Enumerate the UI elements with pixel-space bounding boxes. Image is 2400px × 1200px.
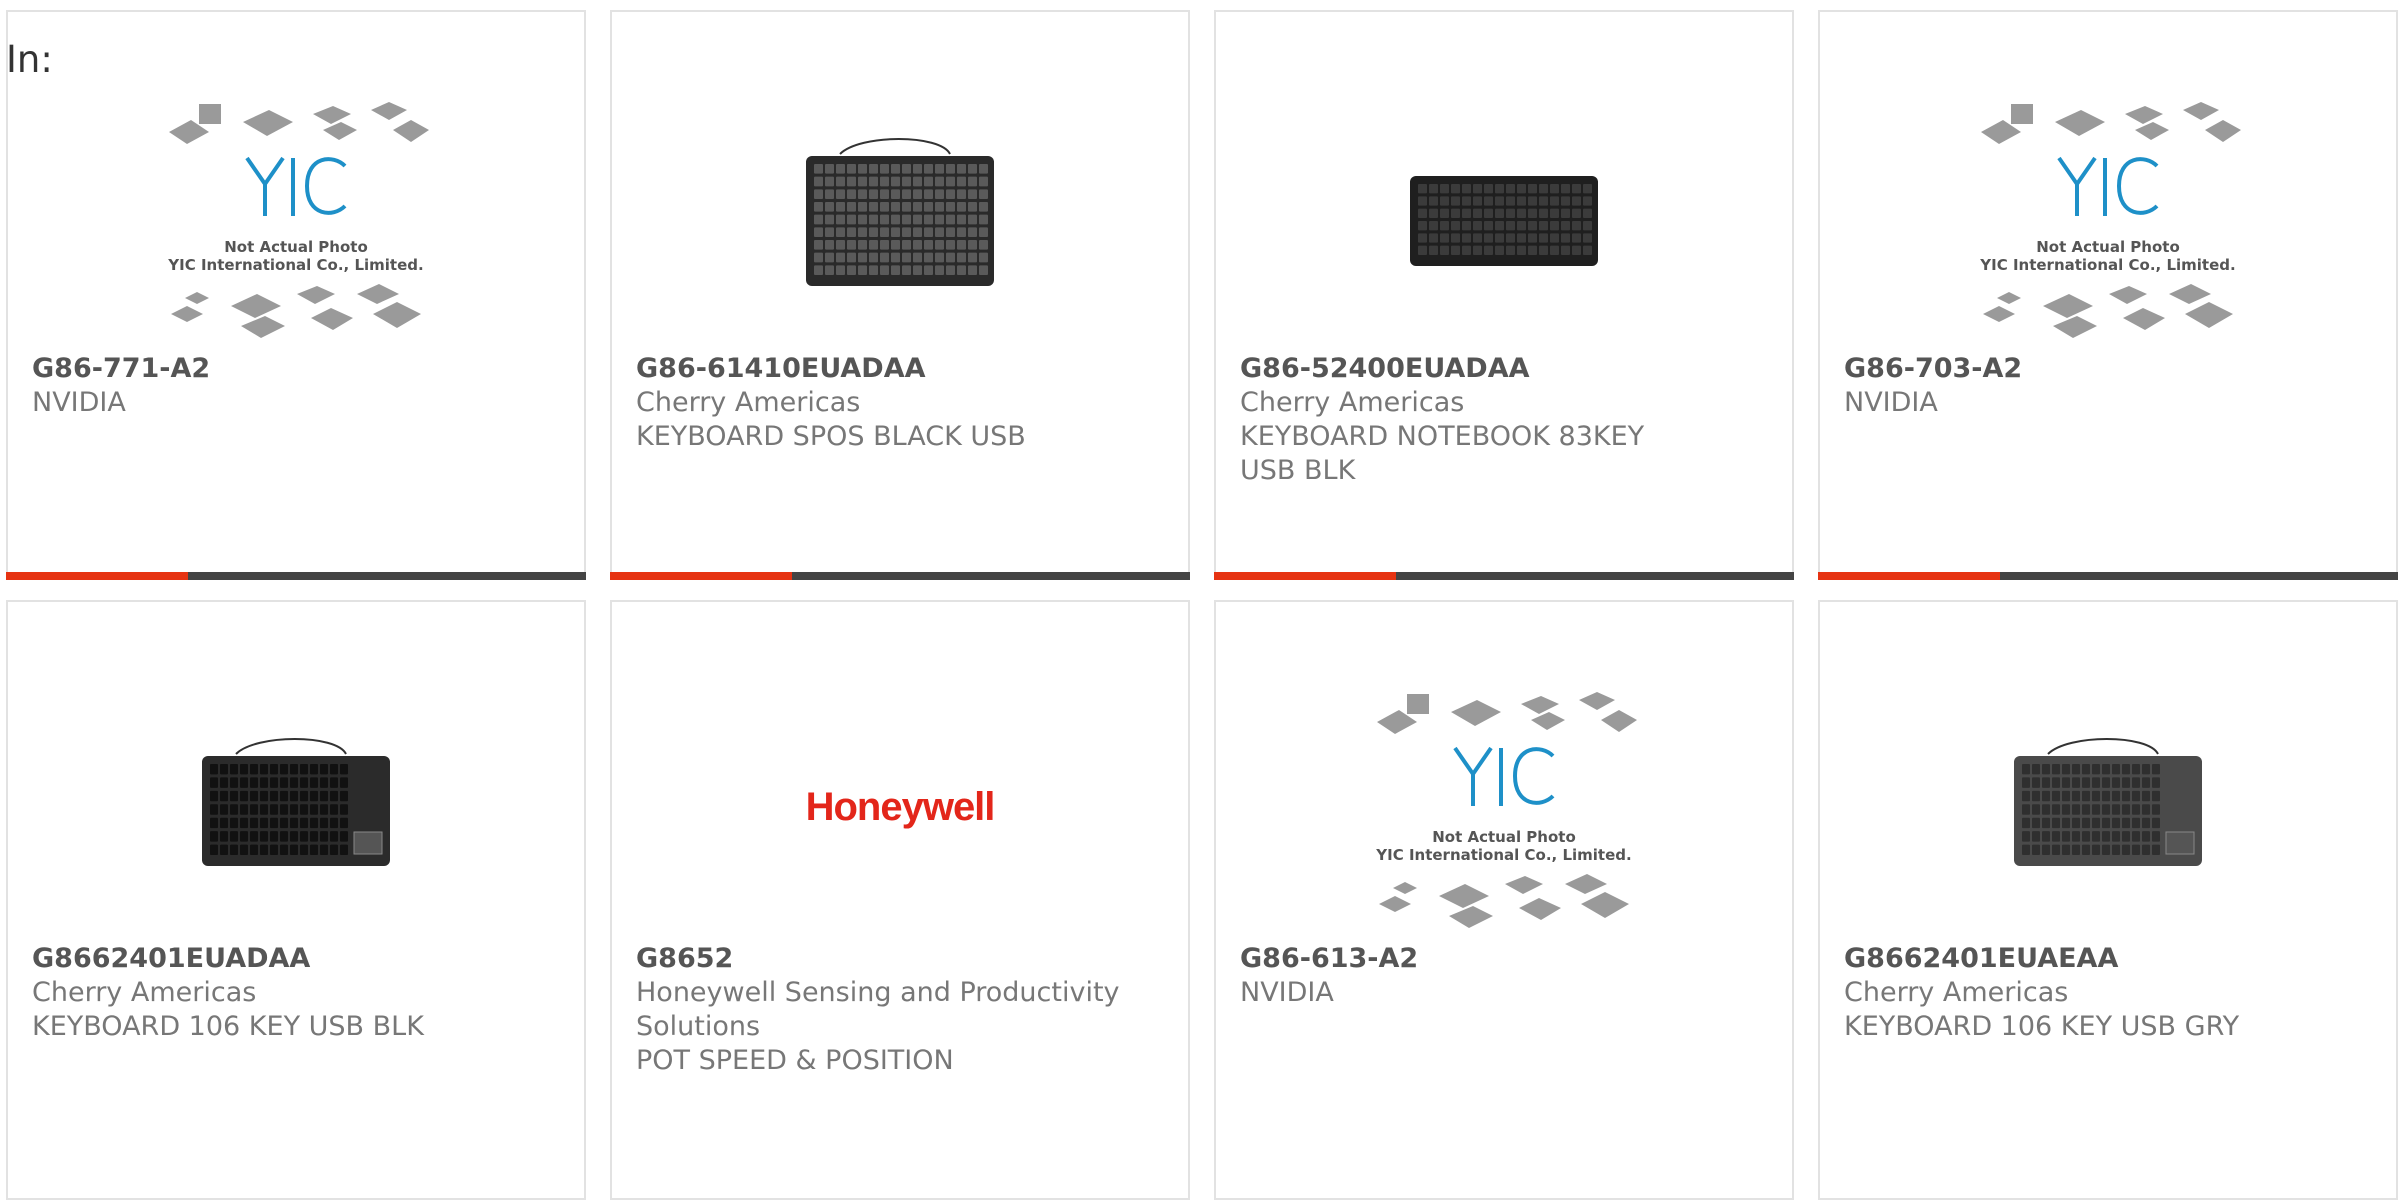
svg-text:YIC International Co., Limited: YIC International Co., Limited. — [167, 256, 423, 274]
card-footer-bar — [6, 572, 586, 580]
card-footer-bar — [1818, 572, 2398, 580]
product-card[interactable]: Not Actual Photo YIC International Co., … — [6, 10, 586, 580]
product-image — [1369, 82, 1639, 352]
product-image — [1973, 672, 2243, 942]
svg-text:YIC International Co., Limited: YIC International Co., Limited. — [1979, 256, 2235, 274]
card-accent — [610, 572, 792, 580]
description: KEYBOARD 106 KEY USB GRY — [1844, 1011, 2240, 1042]
manufacturer: Cherry Americas — [1844, 977, 2069, 1008]
product-card[interactable]: G86-61410EUADAA Cherry Americas KEYBOARD… — [610, 10, 1190, 580]
product-card[interactable]: Honeywell G8652 Honeywell Sensing and Pr… — [610, 600, 1190, 1200]
part-number[interactable]: G8652 — [636, 942, 1164, 976]
product-card[interactable]: Not Actual Photo YIC International Co., … — [1818, 10, 2398, 580]
product-image: Honeywell — [765, 672, 1035, 942]
card-accent — [1214, 572, 1396, 580]
product-image: Not Actual Photo YIC International Co., … — [1973, 82, 2243, 352]
part-number[interactable]: G8662401EUAEAA — [1844, 942, 2372, 976]
svg-text:Not Actual Photo: Not Actual Photo — [224, 238, 368, 256]
product-card[interactable]: G86-52400EUADAA Cherry Americas KEYBOARD… — [1214, 10, 1794, 580]
part-number[interactable]: G8662401EUADAA — [32, 942, 560, 976]
manufacturer: NVIDIA — [1844, 387, 1938, 418]
placeholder-image: Not Actual Photo YIC International Co., … — [1979, 102, 2241, 338]
svg-text:Not Actual Photo: Not Actual Photo — [2036, 238, 2180, 256]
part-number[interactable]: G86-613-A2 — [1240, 942, 1768, 976]
product-card[interactable]: Not Actual Photo YIC International Co., … — [1214, 600, 1794, 1200]
product-image: Not Actual Photo YIC International Co., … — [161, 82, 431, 352]
part-number[interactable]: G86-771-A2 — [32, 352, 560, 386]
card-accent — [1818, 572, 2000, 580]
card-footer-bar — [610, 572, 1190, 580]
keyboard-image — [1410, 176, 1598, 266]
card-accent — [6, 572, 188, 580]
svg-text:Not Actual Photo: Not Actual Photo — [1432, 828, 1576, 846]
part-number[interactable]: G86-61410EUADAA — [636, 352, 1164, 386]
keyboard-image — [806, 138, 994, 286]
manufacturer: Cherry Americas — [636, 387, 861, 418]
part-number[interactable]: G86-52400EUADAA — [1240, 352, 1768, 386]
part-number[interactable]: G86-703-A2 — [1844, 352, 2372, 386]
keyboard-image — [202, 738, 390, 866]
in-label: In: — [6, 38, 53, 81]
svg-text:YIC International Co., Limited: YIC International Co., Limited. — [1375, 846, 1631, 864]
keyboard-image — [2014, 738, 2202, 866]
description: POT SPEED & POSITION — [636, 1045, 954, 1076]
product-image: Not Actual Photo YIC International Co., … — [1369, 672, 1639, 942]
product-card[interactable]: G8662401EUADAA Cherry Americas KEYBOARD … — [6, 600, 586, 1200]
description: KEYBOARD SPOS BLACK USB — [636, 421, 1026, 452]
manufacturer: Cherry Americas — [32, 977, 257, 1008]
description: KEYBOARD 106 KEY USB BLK — [32, 1011, 424, 1042]
placeholder-image: Not Actual Photo YIC International Co., … — [1375, 692, 1637, 928]
description: KEYBOARD NOTEBOOK 83KEY USB BLK — [1240, 421, 1645, 486]
manufacturer: Honeywell Sensing and Productivity Solut… — [636, 977, 1120, 1042]
placeholder-image: Not Actual Photo YIC International Co., … — [167, 102, 429, 338]
manufacturer: Cherry Americas — [1240, 387, 1465, 418]
card-footer-bar — [1214, 572, 1794, 580]
manufacturer: NVIDIA — [1240, 977, 1334, 1008]
product-card[interactable]: G8662401EUAEAA Cherry Americas KEYBOARD … — [1818, 600, 2398, 1200]
honeywell-logo: Honeywell — [805, 784, 996, 829]
manufacturer: NVIDIA — [32, 387, 126, 418]
product-image — [161, 672, 431, 942]
product-image — [765, 82, 1035, 352]
